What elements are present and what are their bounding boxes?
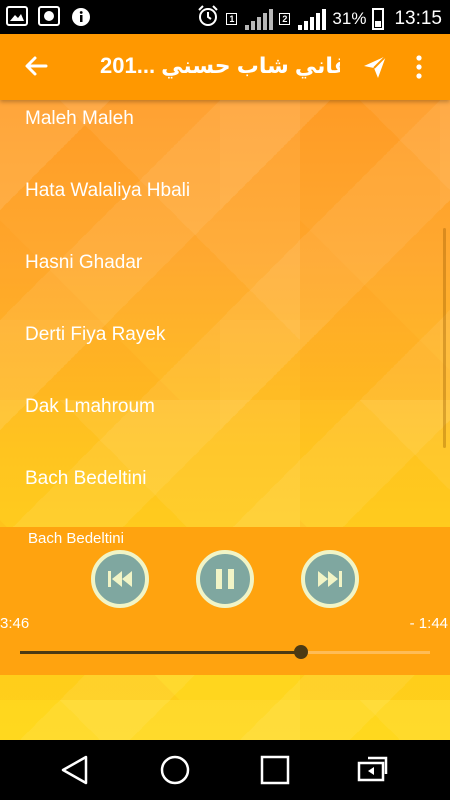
remaining-time: - 1:44 xyxy=(409,615,448,632)
seek-thumb[interactable] xyxy=(293,645,308,659)
next-icon xyxy=(318,571,342,587)
clock: 13:15 xyxy=(394,7,442,29)
list-item[interactable]: Dak Lmahroum xyxy=(0,388,450,460)
next-button[interactable] xyxy=(301,550,359,608)
alarm-icon xyxy=(196,4,220,33)
list-item[interactable]: Bach Bedeltini xyxy=(0,460,450,532)
signal-icon-sim1 xyxy=(245,8,274,30)
song-title: Hata Walaliya Hbali xyxy=(25,180,191,201)
gallery-icon xyxy=(6,6,28,26)
more-vert-icon[interactable] xyxy=(412,54,426,80)
arrow-back-icon[interactable] xyxy=(22,52,50,80)
list-item[interactable]: Hasni Ghadar xyxy=(0,244,450,316)
seek-progress xyxy=(20,651,301,654)
elapsed-time: 3:46 xyxy=(0,615,30,632)
song-title: Maleh Maleh xyxy=(25,108,134,129)
status-bar: 1 2 31% 13:15 xyxy=(0,0,450,34)
scrollbar[interactable] xyxy=(443,228,446,448)
signal-icon-sim2 xyxy=(298,8,327,30)
seek-bar[interactable] xyxy=(20,645,430,659)
song-title: Bach Bedeltini xyxy=(25,468,147,489)
song-title: Hasni Ghadar xyxy=(25,252,143,273)
now-playing-title: Bach Bedeltini xyxy=(28,530,124,547)
app-bar: أغاني شاب حسني ...201 xyxy=(0,34,450,100)
player-panel: Bach Bedeltini 3:46 - 1:44 xyxy=(0,527,450,675)
song-title: Dak Lmahroum xyxy=(25,396,155,417)
pause-icon xyxy=(216,569,234,589)
previous-icon xyxy=(108,571,132,587)
system-nav-bar xyxy=(0,740,450,800)
pause-button[interactable] xyxy=(196,550,254,608)
home-circle-icon[interactable] xyxy=(158,754,192,786)
battery-percent: 31% xyxy=(332,8,367,28)
back-triangle-icon[interactable] xyxy=(58,754,92,786)
sim1-label: 1 xyxy=(226,12,238,25)
song-title: Derti Fiya Rayek xyxy=(25,324,166,345)
list-item[interactable]: Derti Fiya Rayek xyxy=(0,316,450,388)
battery-icon xyxy=(372,7,385,30)
send-icon[interactable] xyxy=(362,54,388,80)
song-list: Maleh Maleh Hata Walaliya Hbali Hasni Gh… xyxy=(0,100,450,532)
screen-rotate-icon[interactable] xyxy=(356,754,390,786)
list-item[interactable]: Maleh Maleh xyxy=(0,100,450,172)
info-icon xyxy=(70,6,92,33)
previous-button[interactable] xyxy=(91,550,149,608)
sim2-label: 2 xyxy=(279,12,291,25)
page-title: أغاني شاب حسني ...201 xyxy=(100,53,340,78)
recents-square-icon[interactable] xyxy=(258,754,292,786)
list-item[interactable]: Hata Walaliya Hbali xyxy=(0,172,450,244)
chat-icon xyxy=(38,6,60,26)
